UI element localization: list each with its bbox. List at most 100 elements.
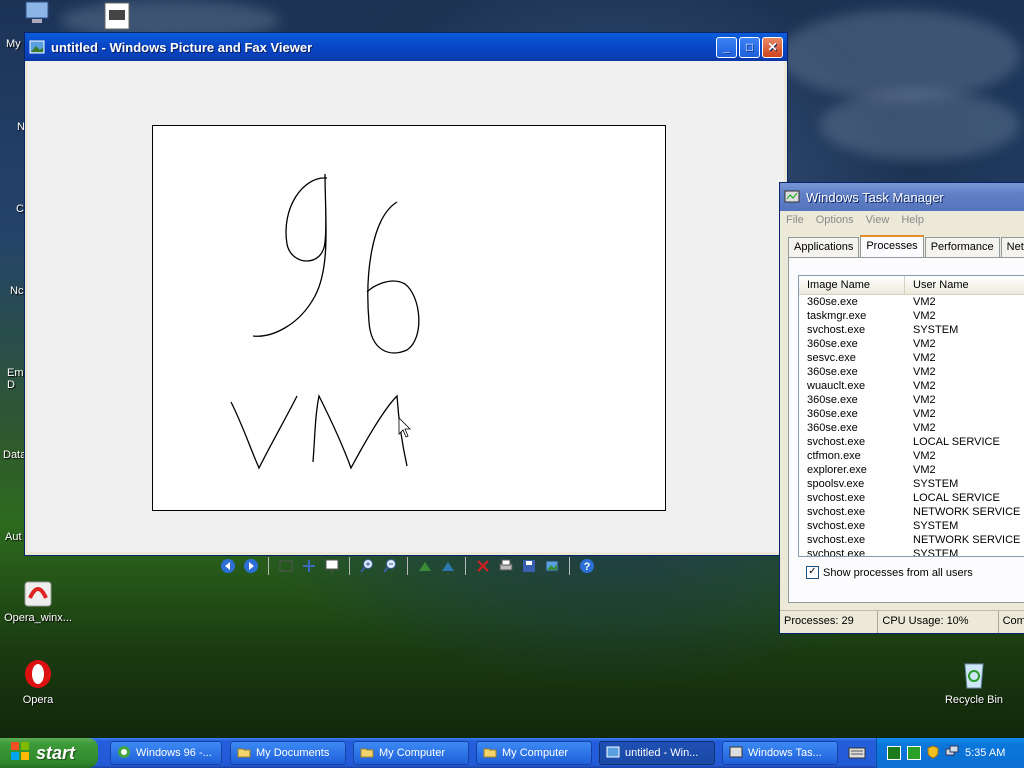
toolbar-separator: [268, 557, 269, 575]
tab-performance[interactable]: Performance: [924, 237, 1000, 257]
taskbar-item-picture-viewer[interactable]: untitled - Win...: [599, 741, 715, 765]
delete-icon[interactable]: [473, 556, 493, 576]
toolbar-separator: [465, 557, 466, 575]
image-canvas[interactable]: [152, 125, 666, 511]
taskbar-item-my-documents[interactable]: My Documents: [230, 741, 346, 765]
table-row[interactable]: sesvc.exe VM2: [799, 351, 1024, 365]
desktop-label-data: Data: [3, 449, 27, 461]
table-row[interactable]: wuauclt.exe VM2: [799, 379, 1024, 393]
tab-networking[interactable]: Netwo: [1000, 237, 1024, 257]
table-row[interactable]: taskmgr.exe VM2: [799, 309, 1024, 323]
slideshow-icon[interactable]: [322, 556, 342, 576]
menu-view[interactable]: View: [866, 214, 890, 226]
desktop-icon-opera-winx[interactable]: Opera_winx...: [0, 576, 76, 624]
taskbar: start Windows 96 -... My Documents My Co…: [0, 738, 1024, 768]
menu-help[interactable]: Help: [901, 214, 924, 226]
minimize-button[interactable]: _: [716, 36, 737, 58]
tray-app-icon[interactable]: [887, 746, 901, 760]
viewer-titlebar[interactable]: untitled - Windows Picture and Fax Viewe…: [25, 33, 787, 61]
folder-icon: [237, 745, 251, 762]
security-shield-icon[interactable]: [927, 744, 939, 762]
taskbar-item-windows-96[interactable]: Windows 96 -...: [110, 741, 222, 765]
table-row[interactable]: svchost.exe SYSTEM: [799, 519, 1024, 533]
ie-icon: [117, 745, 131, 762]
windows-logo-icon: [10, 741, 30, 766]
tab-processes[interactable]: Processes: [860, 235, 924, 257]
table-row[interactable]: svchost.exe LOCAL SERVICE: [799, 491, 1024, 505]
zoom-in-icon[interactable]: [357, 556, 377, 576]
menu-file[interactable]: File: [786, 214, 804, 226]
cell-user-name: VM2: [913, 380, 936, 392]
cell-user-name: VM2: [913, 422, 936, 434]
best-fit-icon[interactable]: [276, 556, 296, 576]
table-row[interactable]: explorer.exe VM2: [799, 463, 1024, 477]
table-row[interactable]: 360se.exe VM2: [799, 365, 1024, 379]
task-manager-icon: [729, 745, 743, 762]
taskmgr-titlebar[interactable]: Windows Task Manager: [780, 183, 1024, 211]
picture-viewer-window[interactable]: untitled - Windows Picture and Fax Viewe…: [24, 32, 788, 575]
show-all-processes-checkbox[interactable]: ✓: [806, 566, 819, 579]
edit-icon[interactable]: [542, 556, 562, 576]
tray-task-manager-icon[interactable]: [907, 746, 921, 760]
my-computer-desktop-icon[interactable]: [22, 0, 54, 28]
show-all-processes-row: ✓ Show processes from all users: [806, 566, 973, 579]
tab-applications[interactable]: Applications: [788, 237, 860, 257]
start-button[interactable]: start: [0, 738, 98, 768]
actual-size-icon[interactable]: [299, 556, 319, 576]
save-icon[interactable]: [519, 556, 539, 576]
menu-options[interactable]: Options: [816, 214, 854, 226]
rotate-clockwise-icon[interactable]: [415, 556, 435, 576]
table-row[interactable]: svchost.exe NETWORK SERVICE: [799, 505, 1024, 519]
desktop-label-my: My: [6, 38, 21, 50]
folder-icon: [360, 745, 374, 762]
taskmgr-tabs: Applications Processes Performance Netwo: [788, 235, 1024, 257]
table-row[interactable]: svchost.exe NETWORK SERVICE: [799, 533, 1024, 547]
table-row[interactable]: 360se.exe VM2: [799, 407, 1024, 421]
viewer-toolbar: ?: [218, 555, 597, 577]
process-rows: 360se.exe VM2 taskmgr.exe VM2 svchost.exe SYS…: [799, 295, 1024, 556]
taskbar-item-my-computer-2[interactable]: My Computer: [476, 741, 592, 765]
cell-image-name: explorer.exe: [807, 464, 867, 476]
taskbar-item-my-computer-1[interactable]: My Computer: [353, 741, 469, 765]
taskbar-item-label: My Computer: [379, 747, 446, 759]
table-row[interactable]: svchost.exe LOCAL SERVICE: [799, 435, 1024, 449]
help-icon[interactable]: ?: [577, 556, 597, 576]
cell-user-name: VM2: [913, 338, 936, 350]
table-row[interactable]: 360se.exe VM2: [799, 393, 1024, 407]
cell-image-name: ctfmon.exe: [807, 450, 861, 462]
taskmgr-menubar: File Options View Help: [780, 211, 1024, 229]
taskbar-item-task-manager[interactable]: Windows Tas...: [722, 741, 838, 765]
table-row[interactable]: ctfmon.exe VM2: [799, 449, 1024, 463]
cell-image-name: svchost.exe: [807, 492, 866, 504]
zoom-out-icon[interactable]: [380, 556, 400, 576]
table-row[interactable]: spoolsv.exe SYSTEM: [799, 477, 1024, 491]
maximize-button[interactable]: □: [739, 36, 760, 58]
desktop-icon-recycle-bin[interactable]: Recycle Bin: [936, 658, 1012, 706]
clock[interactable]: 5:35 AM: [965, 747, 1005, 759]
table-row[interactable]: svchost.exe SYSTEM: [799, 547, 1024, 556]
process-list[interactable]: Image Name User Name 360se.exe VM2 taskmgr…: [798, 275, 1024, 557]
cell-user-name: SYSTEM: [913, 324, 959, 336]
window-title: Windows Task Manager: [806, 189, 944, 205]
document-desktop-icon[interactable]: [104, 2, 130, 30]
taskbar-item-label: Windows 96 -...: [136, 747, 212, 759]
keyboard-icon[interactable]: [848, 746, 866, 763]
cell-image-name: sesvc.exe: [807, 352, 856, 364]
desktop-label-nc: Nc: [10, 285, 24, 297]
table-row[interactable]: 360se.exe VM2: [799, 421, 1024, 435]
table-row[interactable]: 360se.exe VM2: [799, 295, 1024, 309]
network-icon[interactable]: [945, 745, 959, 762]
rotate-counterclockwise-icon[interactable]: [438, 556, 458, 576]
cell-image-name: spoolsv.exe: [807, 478, 865, 490]
table-row[interactable]: svchost.exe SYSTEM: [799, 323, 1024, 337]
column-user-name[interactable]: User Name: [905, 276, 1024, 294]
cell-image-name: 360se.exe: [807, 366, 858, 378]
column-image-name[interactable]: Image Name: [799, 276, 905, 294]
desktop-icon-opera[interactable]: Opera: [0, 658, 76, 706]
task-manager-window[interactable]: Windows Task Manager File Options View H…: [779, 182, 1024, 634]
previous-image-icon[interactable]: [218, 556, 238, 576]
table-row[interactable]: 360se.exe VM2: [799, 337, 1024, 351]
close-button[interactable]: ✕: [762, 36, 783, 58]
next-image-icon[interactable]: [241, 556, 261, 576]
print-icon[interactable]: [496, 556, 516, 576]
